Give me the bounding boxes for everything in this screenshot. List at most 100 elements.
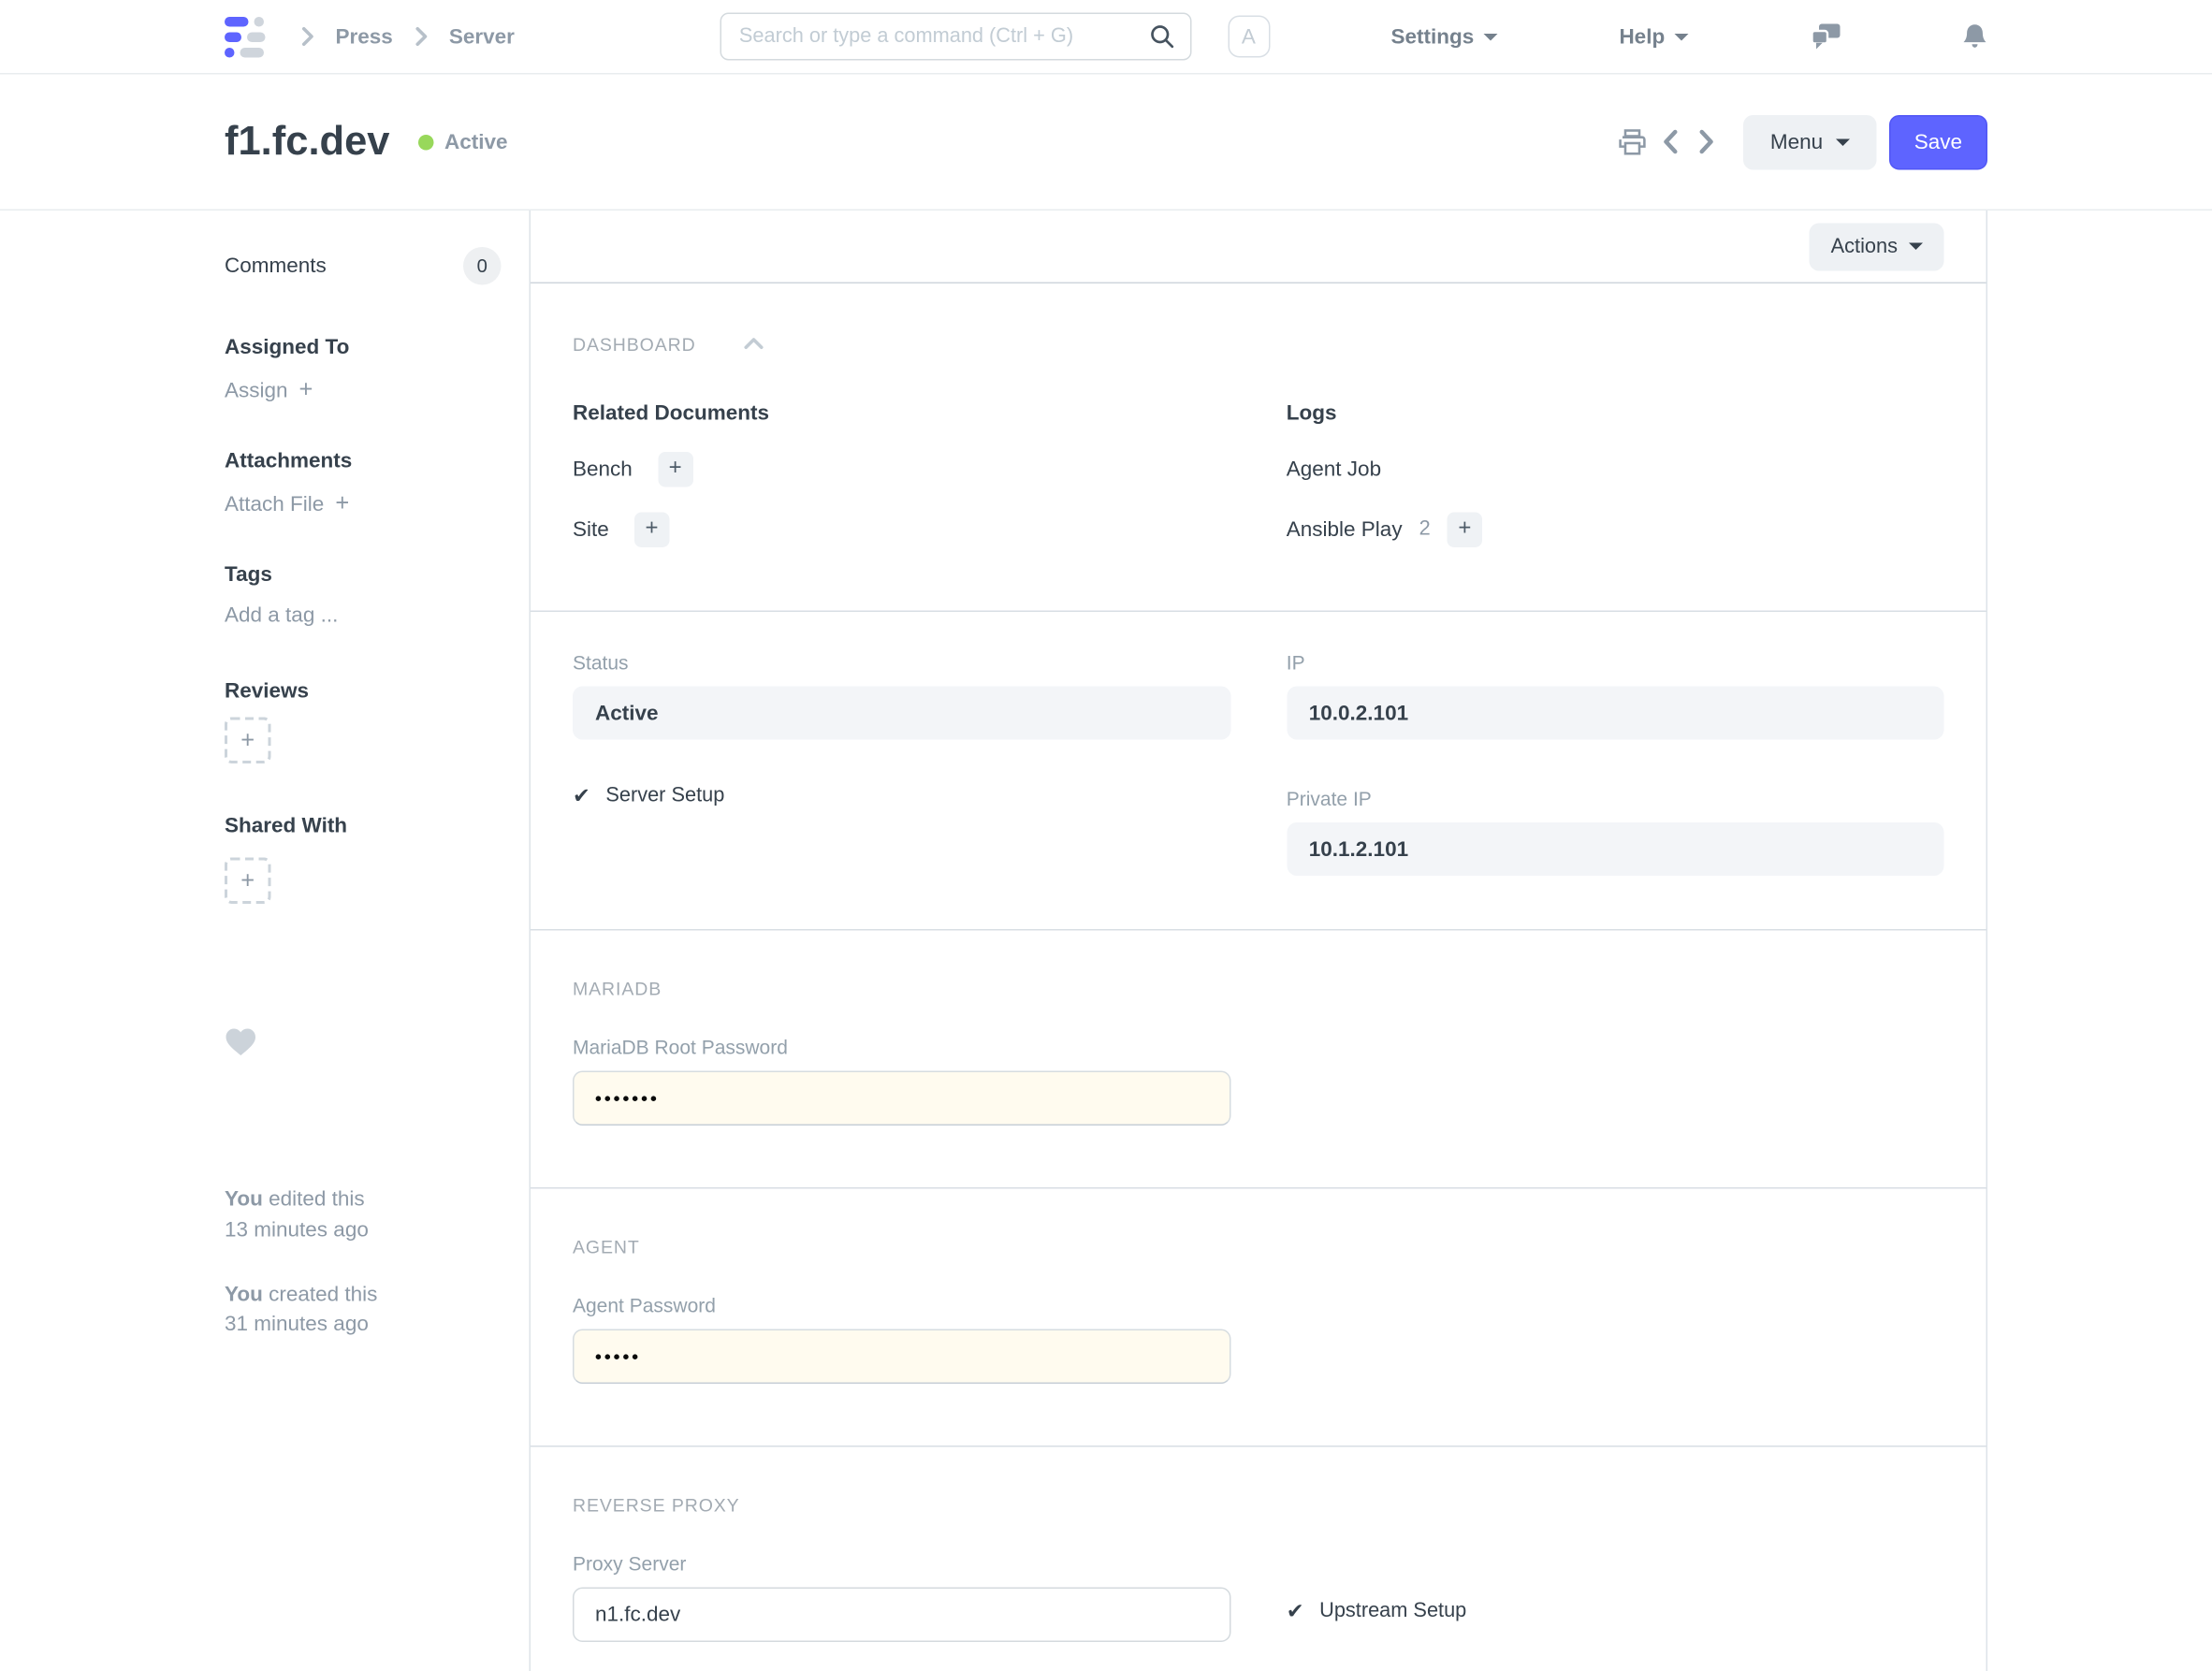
reverse-proxy-section: REVERSE PROXY Proxy Server Upstream Setu… — [531, 1447, 1986, 1671]
attachments-heading: Attachments — [225, 449, 353, 473]
dashboard-section: DASHBOARD Related Documents Bench + Site — [531, 283, 1986, 612]
add-share-button[interactable]: + — [225, 857, 271, 904]
ip-column: IP 10.0.2.101 Private IP 10.1.2.101 — [1286, 651, 1944, 876]
agent-job-link[interactable]: Agent Job — [1287, 457, 1381, 481]
server-setup-checkbox[interactable]: Server Setup — [573, 785, 1230, 807]
plus-icon: + — [298, 376, 313, 403]
add-site-button[interactable]: + — [633, 511, 670, 547]
breadcrumb: Press Server — [280, 24, 515, 49]
log-row-ansible-play: Ansible Play 2 + — [1287, 511, 1944, 547]
reviews-heading: Reviews — [225, 679, 310, 704]
assign-button[interactable]: Assign + — [225, 376, 313, 404]
sidebar-item-comments[interactable]: Comments 0 — [225, 247, 502, 285]
ansible-play-link[interactable]: Ansible Play — [1287, 517, 1403, 542]
check-icon — [1287, 1601, 1304, 1622]
created-entry: You created this 31 minutes ago — [225, 1282, 378, 1337]
next-document-icon[interactable] — [1695, 128, 1717, 156]
breadcrumb-item-press[interactable]: Press — [336, 24, 393, 49]
proxy-server-input[interactable] — [573, 1587, 1230, 1642]
plus-icon: + — [240, 866, 255, 894]
mariadb-root-password-input[interactable] — [573, 1070, 1230, 1126]
prev-document-icon[interactable] — [1661, 128, 1682, 156]
plus-icon: + — [240, 726, 255, 753]
ansible-play-count: 2 — [1419, 517, 1431, 541]
form-area: Actions DASHBOARD Related Documents Benc… — [529, 211, 1987, 1671]
avatar[interactable]: A — [1227, 15, 1270, 58]
bench-link[interactable]: Bench — [573, 457, 633, 481]
chevron-down-icon — [1835, 138, 1850, 146]
form-sidebar: Comments 0 Assigned To Assign + Attachme… — [225, 211, 530, 1671]
like-heart-icon[interactable] — [225, 1027, 502, 1064]
plus-icon: + — [668, 456, 682, 481]
related-doc-row-site: Site + — [573, 511, 1230, 547]
timeline-summary: You edited this 13 minutes ago You create… — [225, 1184, 502, 1341]
plus-icon: + — [335, 489, 350, 517]
status-field-label: Status — [573, 651, 629, 674]
add-review-button[interactable]: + — [225, 717, 271, 763]
notifications-bell-icon[interactable] — [1962, 22, 1987, 51]
breadcrumb-item-server[interactable]: Server — [449, 24, 515, 49]
settings-menu[interactable]: Settings — [1391, 24, 1498, 49]
status-indicator-label: Active — [444, 129, 508, 154]
status-indicator-dot — [417, 134, 434, 150]
save-button[interactable]: Save — [1888, 114, 1987, 169]
search-icon — [1147, 22, 1175, 58]
plus-icon: + — [1458, 516, 1472, 541]
agent-password-label: Agent Password — [573, 1294, 716, 1316]
app-viewport: Press Server A Settings Help — [0, 0, 2212, 1671]
comments-count-badge: 0 — [463, 247, 502, 285]
agent-section-title: AGENT — [573, 1236, 640, 1258]
print-icon[interactable] — [1619, 128, 1647, 155]
menu-button[interactable]: Menu — [1743, 114, 1877, 169]
related-doc-row-bench: Bench + — [573, 451, 1230, 487]
check-icon — [573, 785, 590, 806]
status-column: Status Active Server Setup — [573, 651, 1230, 876]
chevron-down-icon — [1674, 33, 1689, 40]
chevron-down-icon — [1909, 242, 1923, 250]
ip-field-label: IP — [1286, 651, 1305, 674]
chat-icon[interactable] — [1810, 22, 1841, 51]
chevron-up-icon — [744, 331, 764, 356]
page-head: f1.fc.dev Active Menu Save — [0, 74, 2212, 211]
mariadb-section: MARIADB MariaDB Root Password — [531, 931, 1986, 1189]
logs-title: Logs — [1286, 401, 1337, 426]
page-title: f1.fc.dev — [225, 118, 390, 164]
ip-field-value: 10.0.2.101 — [1286, 686, 1944, 740]
shared-with-heading: Shared With — [225, 814, 348, 838]
proxy-server-label: Proxy Server — [573, 1552, 687, 1575]
attach-file-button[interactable]: Attach File + — [225, 490, 349, 518]
agent-password-input[interactable] — [573, 1329, 1230, 1384]
add-ansible-play-button[interactable]: + — [1447, 511, 1483, 547]
add-bench-button[interactable]: + — [657, 451, 693, 487]
plus-icon: + — [645, 516, 659, 541]
mariadb-section-title: MARIADB — [573, 978, 662, 1000]
private-ip-field-label: Private IP — [1286, 787, 1372, 810]
search-input[interactable] — [719, 12, 1191, 61]
mariadb-root-password-label: MariaDB Root Password — [573, 1036, 788, 1058]
chevron-right-icon — [410, 25, 432, 48]
top-navbar: Press Server A Settings Help — [0, 0, 2212, 75]
actions-button[interactable]: Actions — [1810, 222, 1944, 270]
status-section: Status Active Server Setup IP 10.0.2.101… — [531, 612, 1986, 931]
reverse-proxy-section-title: REVERSE PROXY — [573, 1494, 740, 1517]
related-documents-column: Related Documents Bench + Site + — [573, 401, 1230, 572]
assigned-to-heading: Assigned To — [225, 335, 350, 360]
help-menu[interactable]: Help — [1619, 24, 1689, 49]
layout-main: Comments 0 Assigned To Assign + Attachme… — [225, 211, 1987, 1671]
chevron-down-icon — [1483, 33, 1498, 40]
private-ip-field-value: 10.1.2.101 — [1286, 822, 1944, 876]
upstream-setup-checkbox[interactable]: Upstream Setup — [1287, 1600, 1944, 1622]
tags-heading: Tags — [225, 562, 272, 588]
edited-entry: You edited this 13 minutes ago — [225, 1187, 369, 1242]
related-documents-title: Related Documents — [573, 401, 770, 426]
actions-row: Actions — [531, 211, 1986, 283]
chevron-right-icon — [297, 25, 319, 48]
agent-section: AGENT Agent Password — [531, 1189, 1986, 1447]
site-link[interactable]: Site — [573, 517, 609, 542]
log-row-agent-job: Agent Job — [1287, 451, 1944, 487]
dashboard-section-toggle[interactable]: DASHBOARD — [573, 331, 1944, 356]
global-search — [719, 12, 1191, 61]
status-field-value: Active — [573, 686, 1230, 740]
app-logo-icon[interactable] — [225, 16, 266, 57]
add-tag-input[interactable]: Add a tag ... — [225, 603, 338, 628]
